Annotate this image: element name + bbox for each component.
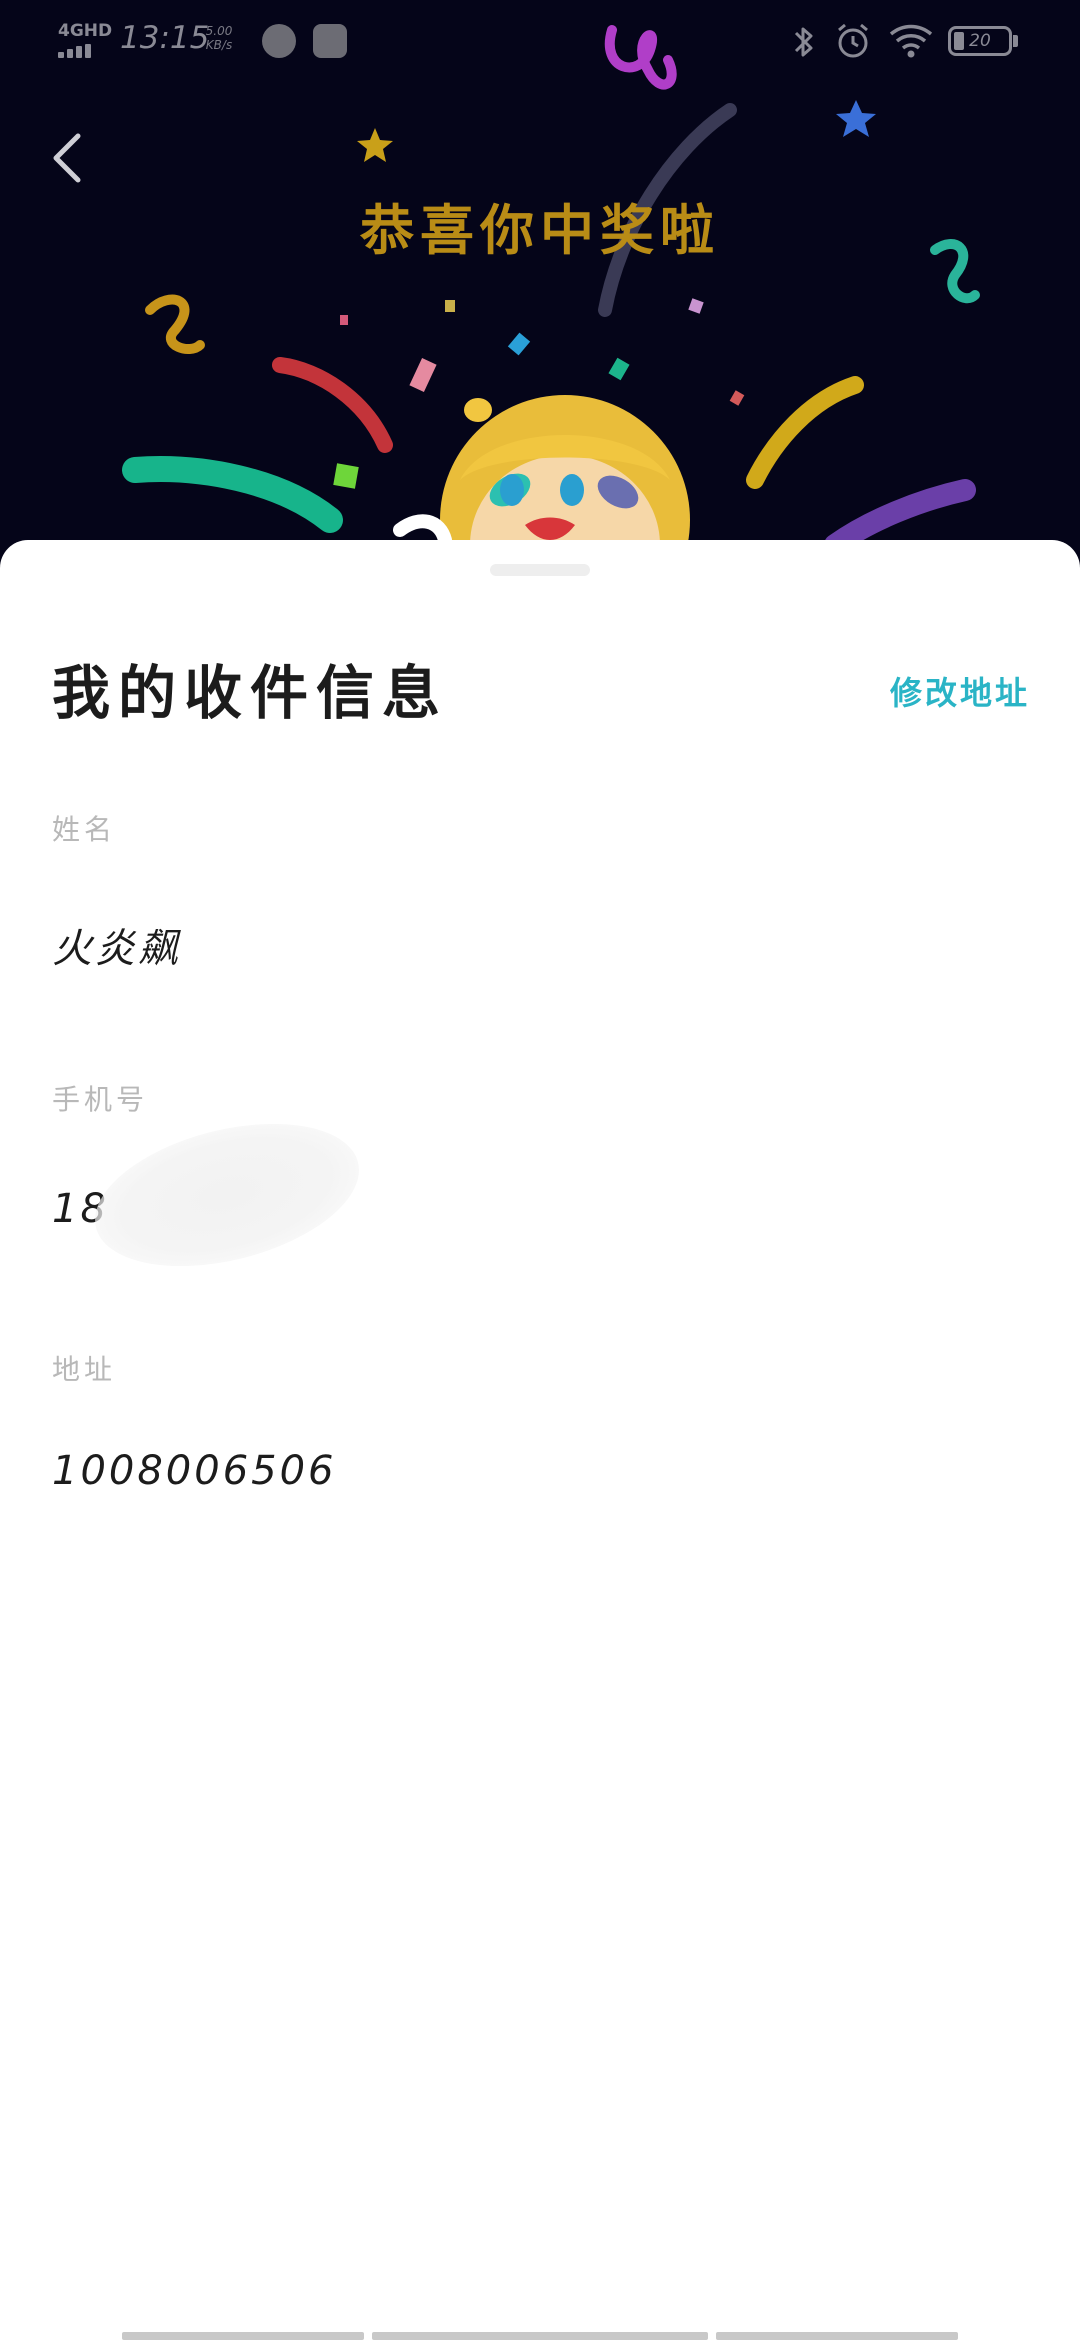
clock-time: 13:15: [120, 20, 210, 56]
signal-icon: [58, 44, 100, 58]
alarm-icon: [838, 23, 868, 58]
wifi-icon: [889, 24, 933, 58]
battery-tip: [1013, 35, 1018, 47]
prize-banner: 4GHD 13:15 5.00 KB/s 20 恭喜你中奖啦: [0, 0, 1080, 600]
name-label: 姓名: [52, 813, 117, 846]
banner-title: 恭喜你中奖啦: [360, 198, 720, 262]
privacy-blur: [80, 1099, 374, 1291]
battery-icon: 20: [948, 26, 1012, 56]
navigation-bar: [0, 2326, 1080, 2340]
network-speed: 5.00 KB/s: [202, 24, 236, 52]
bluetooth-icon: [794, 27, 813, 57]
chevron-left-icon: [53, 133, 81, 183]
address-label: 地址: [52, 1353, 117, 1386]
battery-level: 20: [969, 31, 991, 51]
speed-value: 5.00: [205, 24, 233, 38]
back-button[interactable]: [40, 120, 94, 194]
nav-back-area[interactable]: [122, 2332, 364, 2340]
video-app-icon: [313, 24, 347, 58]
status-bar: 4GHD 13:15 5.00 KB/s 20: [0, 0, 1080, 84]
name-value: 火炎飙: [52, 926, 181, 972]
speed-unit: KB/s: [205, 38, 233, 52]
confetti-decoration: [122, 25, 980, 600]
recipient-info-sheet: 我的收件信息 修改地址 姓名 火炎飙 手机号 18 地址 1008006506: [0, 540, 1080, 2340]
sheet-title: 我的收件信息: [52, 659, 449, 727]
nav-recents-area[interactable]: [716, 2332, 958, 2340]
drag-handle[interactable]: [490, 564, 590, 576]
edit-address-button[interactable]: 修改地址: [890, 668, 1030, 714]
network-type: 4GHD: [58, 21, 113, 41]
nav-home-area[interactable]: [372, 2332, 708, 2340]
speedometer-app-icon: [262, 24, 296, 58]
address-value: 1008006506: [52, 1448, 337, 1494]
phone-label: 手机号: [52, 1083, 149, 1116]
